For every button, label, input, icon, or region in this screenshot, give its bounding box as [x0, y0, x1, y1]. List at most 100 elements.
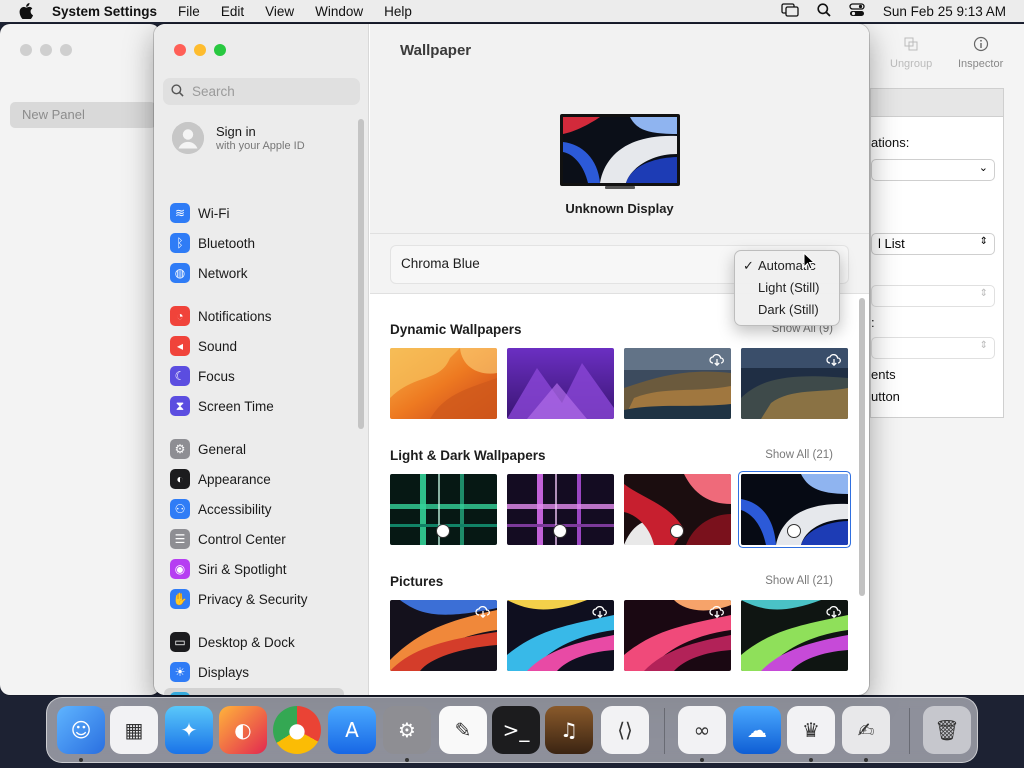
show-all-light-dark[interactable]: Show All (21) — [765, 449, 833, 461]
menu-option-light-still[interactable]: Light (Still) — [735, 277, 839, 299]
trash-icon[interactable]: 🗑 — [923, 706, 971, 754]
wallpaper-thumbnail-selected[interactable] — [741, 474, 848, 545]
app-store-icon[interactable]: A — [328, 706, 376, 754]
sidebar-item-label: Bluetooth — [198, 235, 256, 251]
menu-option-automatic[interactable]: ✓ Automatic — [735, 255, 839, 277]
sidebar-item-bluetooth[interactable]: ᛒ Bluetooth — [164, 229, 344, 257]
inspector-select-1[interactable]: ⌄ — [871, 159, 995, 181]
page-title: Wallpaper — [400, 42, 472, 59]
menu-view[interactable]: View — [265, 4, 294, 19]
sidebar-item-sound[interactable]: ◂ Sound — [164, 332, 344, 360]
sidebar-item-focus[interactable]: ☾ Focus — [164, 362, 344, 390]
wallpaper-thumbnail[interactable] — [507, 600, 614, 671]
sidebar-item-control-center[interactable]: ☰ Control Center — [164, 525, 344, 553]
wallpaper-thumbnail[interactable] — [741, 600, 848, 671]
dock-icon: ▭ — [170, 632, 190, 652]
wallpaper-thumbnail[interactable] — [507, 348, 614, 419]
visual-studio-icon[interactable]: ∞ — [678, 706, 726, 754]
wallpaper-icon: ❀ — [170, 692, 190, 695]
sidebar-scrollbar[interactable] — [358, 119, 364, 429]
show-all-pictures[interactable]: Show All (21) — [765, 575, 833, 587]
wallpaper-thumbnail[interactable] — [741, 348, 848, 419]
bluetooth-icon: ᛒ — [170, 233, 190, 253]
sidebar-item-desktop-dock[interactable]: ▭ Desktop & Dock — [164, 628, 344, 656]
search-input[interactable] — [192, 84, 352, 99]
spotlight-search-icon[interactable] — [817, 2, 831, 20]
menu-window[interactable]: Window — [315, 4, 363, 19]
bartender-icon[interactable]: ♛ — [787, 706, 835, 754]
zoom-button[interactable] — [214, 44, 226, 56]
updown-chevron-icon: ⇕ — [979, 340, 988, 351]
menu-option-label: Dark (Still) — [758, 302, 819, 317]
display-preview-area: Wallpaper Unknown Display — [370, 24, 869, 234]
apple-id-signin[interactable]: Sign in with your Apple ID — [172, 122, 305, 154]
sidebar-item-privacy-security[interactable]: ✋ Privacy & Security — [164, 585, 344, 613]
onedrive-icon[interactable]: ☁ — [733, 706, 781, 754]
content-scrollbar[interactable] — [859, 298, 865, 596]
close-button[interactable] — [174, 44, 186, 56]
menu-help[interactable]: Help — [384, 4, 412, 19]
inspector-select-3[interactable]: ⇕ — [871, 285, 995, 307]
minimize-button-inactive[interactable] — [40, 44, 52, 56]
sidebar-item-accessibility[interactable]: ⚇ Accessibility — [164, 495, 344, 523]
sidebar-item-network[interactable]: ◍ Network — [164, 259, 344, 287]
launchpad-icon[interactable]: ▦ — [110, 706, 158, 754]
safari-icon[interactable]: ✦ — [165, 706, 213, 754]
sidebar-item-label: Siri & Spotlight — [198, 561, 287, 577]
chevron-down-icon: ⌄ — [978, 162, 988, 174]
inspector-select-2[interactable]: l List ⇕ — [871, 233, 995, 255]
menu-clock[interactable]: Sun Feb 25 9:13 AM — [883, 4, 1006, 19]
inspector-select-2-value: l List — [878, 236, 905, 251]
sidebar-item-screen-time[interactable]: ⧗ Screen Time — [164, 392, 344, 420]
sidebar-item-displays[interactable]: ☀ Displays — [164, 658, 344, 686]
apple-menu-icon[interactable] — [18, 3, 34, 19]
inspector-header — [871, 89, 1003, 117]
wallpaper-thumbnail[interactable] — [624, 474, 731, 545]
ungroup-button[interactable]: Ungroup — [890, 36, 932, 70]
instruments-icon[interactable]: ♫ — [545, 706, 593, 754]
wallpaper-thumbnail[interactable] — [507, 474, 614, 545]
zoom-button-inactive[interactable] — [60, 44, 72, 56]
vscode-icon[interactable]: ⟨⟩ — [601, 706, 649, 754]
new-panel-item[interactable]: New Panel — [10, 102, 156, 128]
finder-icon[interactable]: ☺ — [57, 706, 105, 754]
hand-icon: ✋ — [170, 589, 190, 609]
control-center-icon[interactable] — [849, 2, 865, 20]
terminal-icon[interactable]: >_ — [492, 706, 540, 754]
info-icon — [958, 36, 1003, 54]
sidebar-item-label: Privacy & Security — [198, 591, 308, 607]
sidebar-item-label: Screen Time — [198, 398, 274, 414]
wallpaper-thumbnail[interactable] — [390, 474, 497, 545]
sidebar-item-siri-spotlight[interactable]: ◉ Siri & Spotlight — [164, 555, 344, 583]
sidebar-item-notifications[interactable]: ◔ Notifications — [164, 302, 344, 330]
wallpaper-thumbnail[interactable] — [390, 348, 497, 419]
script-editor-icon[interactable]: ✍ — [842, 706, 890, 754]
chrome-icon[interactable]: ● — [273, 706, 321, 754]
system-settings-icon[interactable]: ⚙ — [383, 706, 431, 754]
globe-icon: ◍ — [170, 263, 190, 283]
menu-edit[interactable]: Edit — [221, 4, 244, 19]
updown-chevron-icon: ⇕ — [979, 288, 988, 299]
wallpaper-thumbnail[interactable] — [390, 600, 497, 671]
inspector-select-4[interactable]: ⇕ — [871, 337, 995, 359]
sidebar-item-wi-fi[interactable]: ≋ Wi-Fi — [164, 199, 344, 227]
firefox-icon[interactable]: ◐ — [219, 706, 267, 754]
wallpaper-thumbnail[interactable] — [624, 600, 731, 671]
close-button-inactive[interactable] — [20, 44, 32, 56]
menu-option-dark-still[interactable]: Dark (Still) — [735, 299, 839, 321]
minimize-button[interactable] — [194, 44, 206, 56]
menu-file[interactable]: File — [178, 4, 200, 19]
sidebar-item-label: Wallpaper — [198, 695, 258, 696]
menu-app-name[interactable]: System Settings — [52, 4, 157, 19]
inspector-button[interactable]: Inspector — [958, 36, 1003, 70]
search-field[interactable] — [163, 78, 360, 105]
screen-mirroring-icon[interactable] — [781, 2, 799, 20]
sidebar-item-wallpaper[interactable]: ❀ Wallpaper — [164, 688, 344, 695]
sun-icon: ☀ — [170, 662, 190, 682]
textedit-icon[interactable]: ✎ — [439, 706, 487, 754]
sidebar-item-general[interactable]: ⚙ General — [164, 435, 344, 463]
dock: ☺ ▦ ✦ ◐ ● A ⚙ ✎ >_ ♫ ⟨⟩ ∞ ☁ ♛ ✍ 🗑 — [46, 697, 978, 763]
speaker-icon: ◂ — [170, 336, 190, 356]
sidebar-item-appearance[interactable]: ◐ Appearance — [164, 465, 344, 493]
wallpaper-thumbnail[interactable] — [624, 348, 731, 419]
